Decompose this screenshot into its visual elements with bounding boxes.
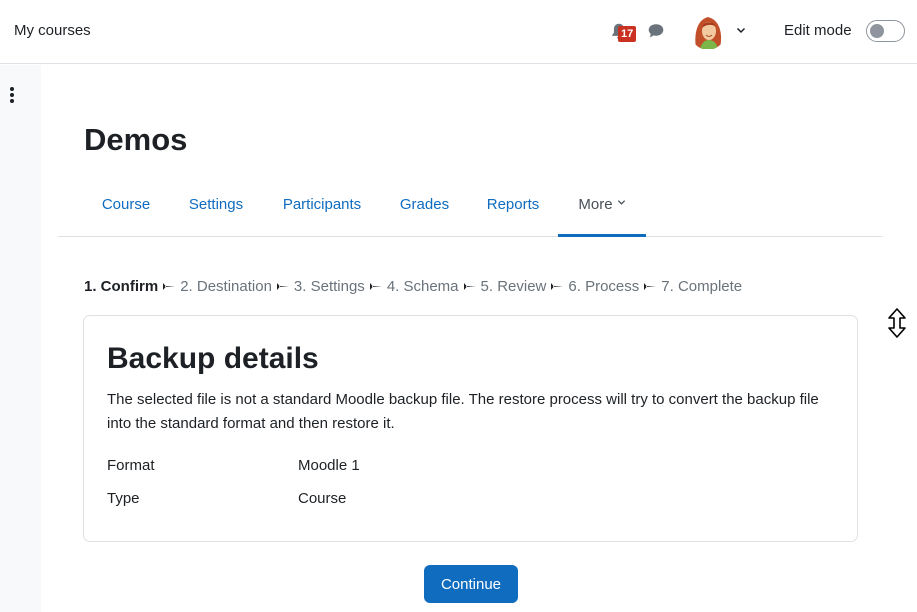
chat-icon[interactable] [647, 22, 665, 40]
edit-mode-toggle[interactable] [866, 20, 905, 42]
backup-details-card: Backup details The selected file is not … [83, 315, 858, 542]
tab-grades[interactable]: Grades [385, 186, 464, 237]
card-title: Backup details [107, 342, 319, 375]
kebab-menu-icon[interactable] [8, 87, 16, 105]
type-label: Type [107, 490, 140, 507]
arrow-right-icon [551, 283, 564, 290]
format-label: Format [107, 457, 155, 474]
tab-course[interactable]: Course [84, 186, 168, 237]
edit-mode-label: Edit mode [784, 22, 852, 39]
arrow-right-icon [276, 283, 289, 290]
step-settings: 3. Settings [293, 278, 365, 295]
user-avatar[interactable] [690, 12, 726, 50]
chevron-down-icon[interactable] [735, 24, 747, 36]
arrow-right-icon [163, 283, 176, 290]
tab-reports[interactable]: Reports [470, 186, 556, 237]
restore-steps-breadcrumb: 1. Confirm 2. Destination 3. Settings 4. Sc… [84, 278, 742, 295]
arrow-right-icon [369, 283, 382, 290]
step-confirm: 1. Confirm [84, 278, 159, 295]
my-courses-link[interactable]: My courses [14, 22, 91, 39]
step-review: 5. Review [480, 278, 547, 295]
notification-count-badge: 17 [618, 26, 637, 42]
secondary-navigation: Course Settings Participants Grades Repo… [58, 186, 883, 237]
continue-button[interactable]: Continue [424, 565, 518, 603]
tab-settings[interactable]: Settings [173, 186, 259, 237]
step-schema: 4. Schema [386, 278, 459, 295]
top-navbar: My courses 17 Edit mode [0, 0, 917, 64]
step-process: 6. Process [568, 278, 640, 295]
step-destination: 2. Destination [180, 278, 272, 295]
format-value: Moodle 1 [298, 457, 360, 474]
avatar-image [690, 12, 726, 50]
step-complete: 7. Complete [661, 278, 743, 295]
chevron-down-icon [617, 200, 625, 205]
resize-vertical-cursor [888, 308, 906, 338]
page-title: Demos [84, 122, 188, 157]
course-index-drawer [0, 65, 41, 612]
toggle-knob [870, 24, 884, 38]
tab-more[interactable]: More [558, 186, 646, 237]
arrow-right-icon [463, 283, 476, 290]
type-value: Course [298, 490, 347, 507]
arrow-right-icon [644, 283, 657, 290]
tab-participants[interactable]: Participants [265, 186, 379, 237]
card-description: The selected file is not a standard Mood… [107, 391, 819, 432]
